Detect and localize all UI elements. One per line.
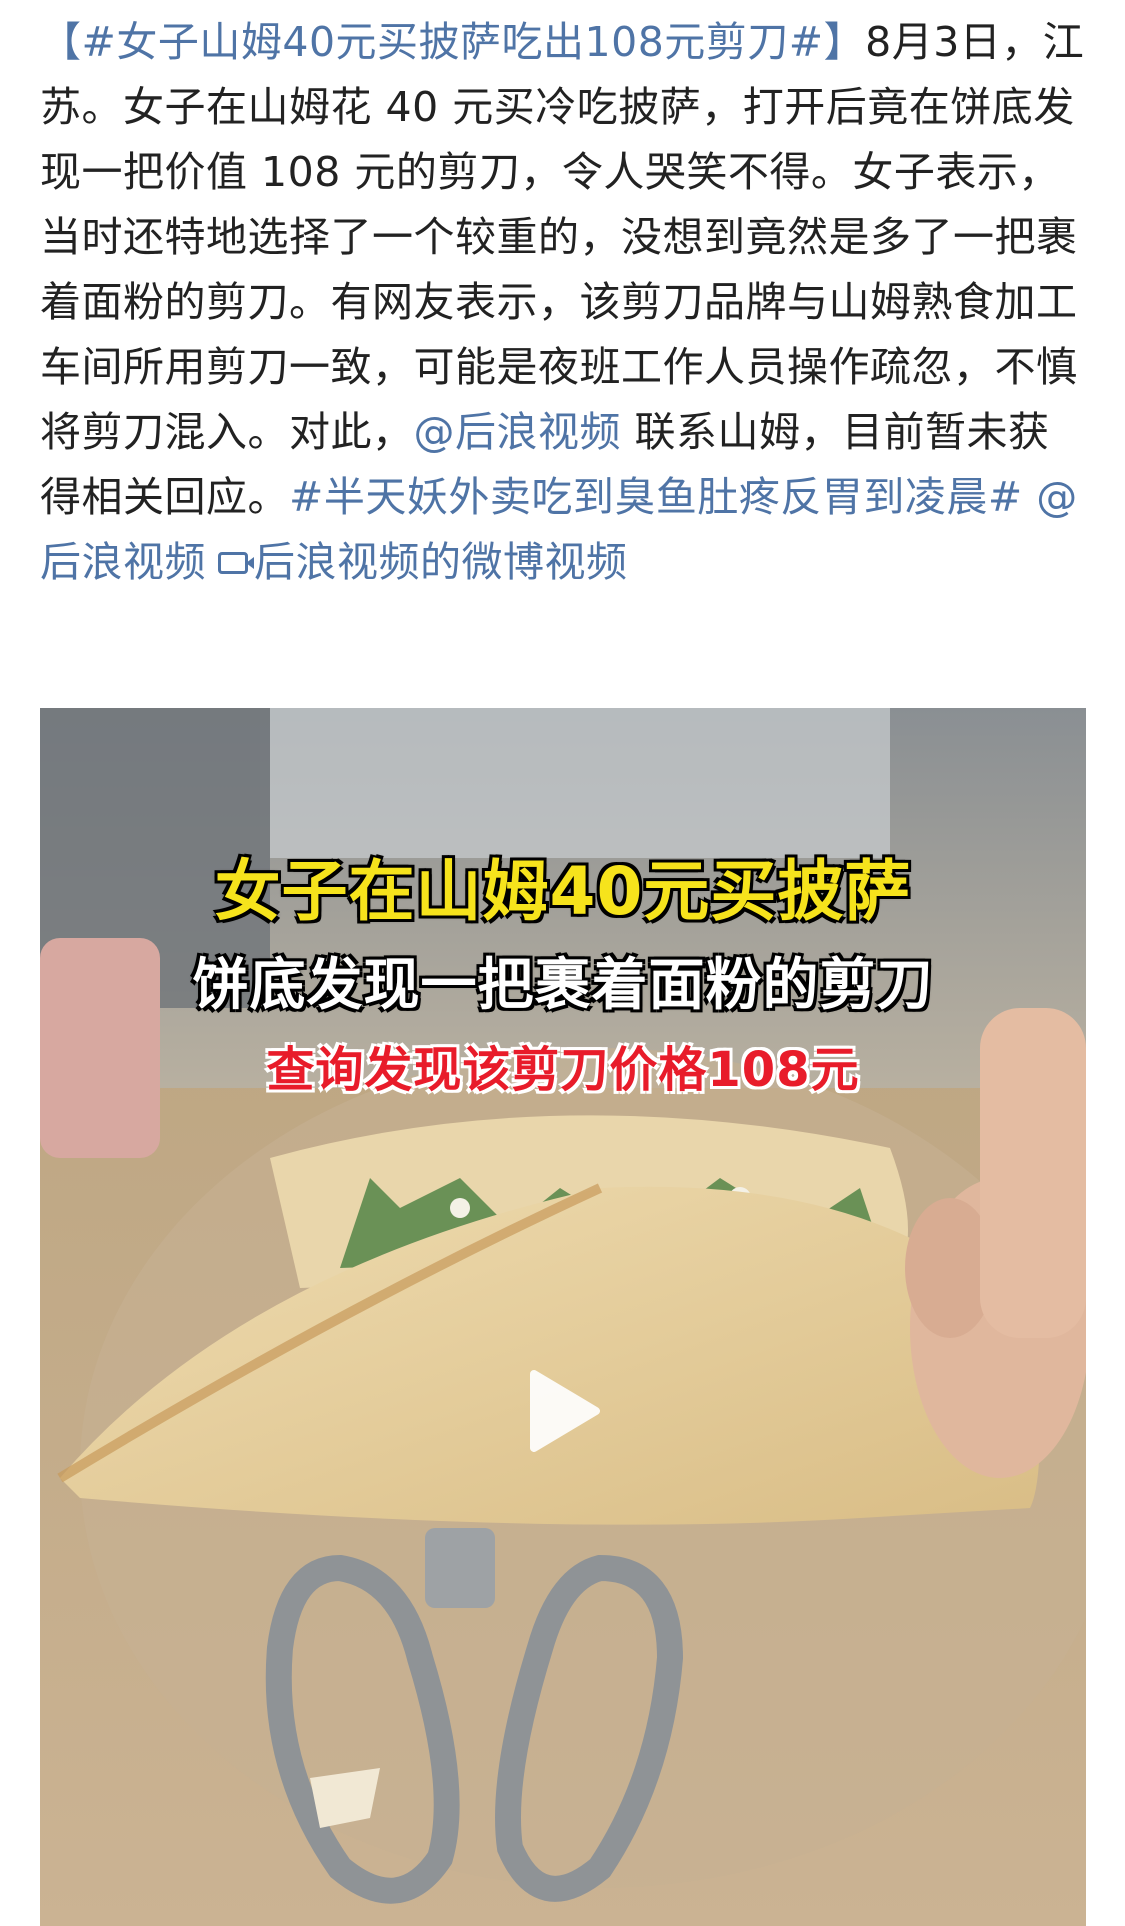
post-text: 【#女子山姆40元买披萨吃出108元剪刀#】8月3日，江苏。女子在山姆花 40 … [40, 10, 1085, 595]
topic-hashtag-link[interactable]: 【#女子山姆40元买披萨吃出108元剪刀#】 [40, 18, 865, 66]
video-caption-title: 女子在山姆40元买披萨 [214, 853, 912, 930]
play-icon[interactable] [524, 1366, 604, 1456]
weibo-video-link[interactable]: 后浪视频的微博视频 [254, 538, 628, 586]
video-thumbnail[interactable]: 女子在山姆40元买披萨 饼底发现一把裹着面粉的剪刀 查询发现该剪刀价格108元 [40, 708, 1086, 1926]
video-caption-price: 查询发现该剪刀价格108元 [266, 1042, 860, 1098]
mention-link[interactable]: @后浪视频 [414, 408, 622, 456]
related-hashtag-link[interactable]: #半天妖外卖吃到臭鱼肚疼反胃到凌晨# [289, 473, 1023, 521]
post-body-text: 8月3日，江苏。女子在山姆花 40 元买冷吃披萨，打开后竟在饼底发现一把价值 1… [40, 18, 1085, 456]
video-caption-subtitle: 饼底发现一把裹着面粉的剪刀 [192, 953, 934, 1018]
video-camera-icon [218, 552, 254, 574]
